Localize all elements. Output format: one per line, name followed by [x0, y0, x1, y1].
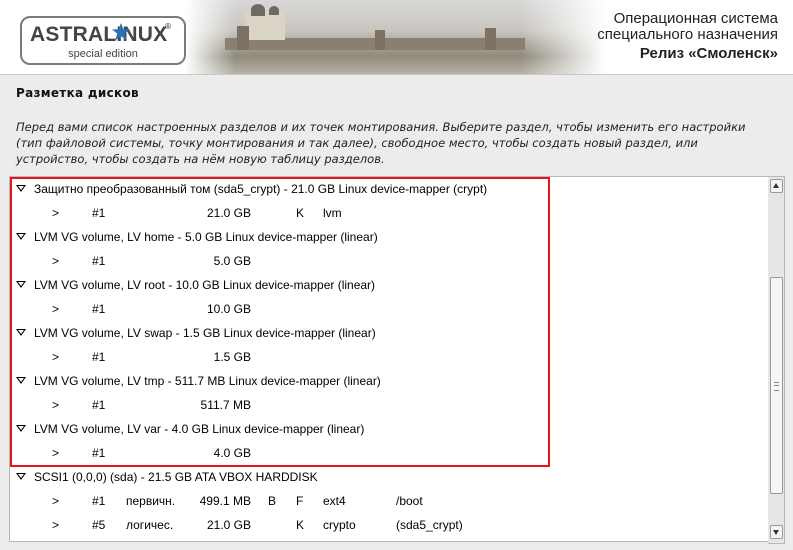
- partition-row[interactable]: > #1 10.0 GB: [10, 297, 769, 321]
- intro-text: Перед вами список настроенных разделов и…: [16, 119, 776, 167]
- partition-number: #1: [92, 350, 106, 364]
- star-icon: [112, 23, 130, 41]
- partition-bootable-flag: B: [268, 494, 277, 508]
- partition-row[interactable]: > #1 первичн. 499.1 MB B F ext4 /boot: [10, 489, 769, 513]
- partition-mountpoint: /boot: [396, 494, 423, 508]
- partition-arrow: >: [52, 398, 60, 412]
- triangle-down-icon[interactable]: [16, 233, 26, 240]
- partition-format-flag: F: [296, 494, 304, 508]
- arrow-down-icon: [773, 530, 779, 535]
- partition-row[interactable]: > #1 21.0 GB K lvm: [10, 201, 769, 225]
- partition-number: #1: [92, 302, 106, 316]
- partition-row[interactable]: > #1 511.7 MB: [10, 393, 769, 417]
- triangle-down-icon[interactable]: [16, 185, 26, 192]
- partition-arrow: >: [52, 494, 60, 508]
- partition-number: #5: [92, 518, 106, 532]
- partition-size: 4.0 GB: [213, 446, 251, 460]
- partition-arrow: >: [52, 206, 60, 220]
- grip-icon: [774, 382, 779, 391]
- header-banner: ASTRALINUX special edition ® Операционна…: [0, 0, 793, 75]
- vertical-scrollbar[interactable]: [768, 176, 785, 544]
- partition-row[interactable]: > #1 5.0 GB: [10, 249, 769, 273]
- device-row[interactable]: LVM VG volume, LV swap - 1.5 GB Linux de…: [10, 321, 769, 345]
- partition-row[interactable]: > #1 4.0 GB: [10, 441, 769, 465]
- partition-row[interactable]: > #5 логичес. 21.0 GB K crypto (sda5_cry…: [10, 513, 769, 537]
- banner-photo: [185, 0, 605, 75]
- partition-list[interactable]: Защитно преобразованный том (sda5_crypt)…: [9, 176, 770, 542]
- partition-mountpoint: (sda5_crypt): [396, 518, 463, 532]
- os-title-line2: специального назначения: [597, 26, 778, 43]
- partition-size: 1.5 GB: [213, 350, 251, 364]
- partition-size: 10.0 GB: [206, 302, 251, 316]
- partition-number: #1: [92, 206, 106, 220]
- device-row[interactable]: LVM VG volume, LV tmp - 511.7 MB Linux d…: [10, 369, 769, 393]
- partition-format-flag: K: [296, 206, 305, 220]
- device-label: LVM VG volume, LV var - 4.0 GB Linux dev…: [34, 422, 365, 436]
- partition-number: #1: [92, 494, 106, 508]
- triangle-down-icon[interactable]: [16, 473, 26, 480]
- partition-type: логичес.: [126, 518, 174, 532]
- os-title-line1: Операционная система: [613, 10, 778, 27]
- partition-arrow: >: [52, 350, 60, 364]
- header-divider: [0, 74, 793, 75]
- device-label: LVM VG volume, LV home - 5.0 GB Linux de…: [34, 230, 378, 244]
- intro-line: (тип файловой системы, точку монтировани…: [16, 136, 698, 150]
- os-release: Релиз «Смоленск»: [639, 45, 778, 62]
- partition-number: #1: [92, 446, 106, 460]
- partition-number: #1: [92, 398, 106, 412]
- logo-subtitle: special edition: [68, 48, 138, 60]
- page-title: Разметка дисков: [16, 86, 139, 100]
- logo-text: ASTRALINUX: [30, 23, 168, 46]
- partition-filesystem: crypto: [323, 518, 356, 532]
- partition-arrow: >: [52, 518, 60, 532]
- arrow-up-icon: [773, 183, 779, 188]
- triangle-down-icon[interactable]: [16, 329, 26, 336]
- device-label: SCSI1 (0,0,0) (sda) - 21.5 GB ATA VBOX H…: [34, 470, 318, 484]
- device-label: LVM VG volume, LV swap - 1.5 GB Linux de…: [34, 326, 376, 340]
- intro-line: Перед вами список настроенных разделов и…: [16, 120, 746, 134]
- device-row[interactable]: LVM VG volume, LV home - 5.0 GB Linux de…: [10, 225, 769, 249]
- intro-line: устройство, чтобы создать на нём новую т…: [16, 152, 385, 166]
- device-row[interactable]: SCSI1 (0,0,0) (sda) - 21.5 GB ATA VBOX H…: [10, 465, 769, 489]
- partition-arrow: >: [52, 254, 60, 268]
- registered-mark: ®: [164, 22, 172, 31]
- partition-arrow: >: [52, 302, 60, 316]
- triangle-down-icon[interactable]: [16, 425, 26, 432]
- triangle-down-icon[interactable]: [16, 281, 26, 288]
- triangle-down-icon[interactable]: [16, 377, 26, 384]
- partition-size: 21.0 GB: [206, 206, 251, 220]
- partition-row[interactable]: > #1 1.5 GB: [10, 345, 769, 369]
- scrollbar-thumb[interactable]: [770, 277, 783, 494]
- device-label: LVM VG volume, LV tmp - 511.7 MB Linux d…: [34, 374, 381, 388]
- partition-arrow: >: [52, 446, 60, 460]
- device-row[interactable]: Защитно преобразованный том (sda5_crypt)…: [10, 177, 769, 201]
- partition-filesystem: ext4: [323, 494, 346, 508]
- partition-format-flag: K: [296, 518, 305, 532]
- device-label: Защитно преобразованный том (sda5_crypt)…: [34, 182, 488, 196]
- partition-size: 511.7 MB: [200, 398, 251, 412]
- device-row[interactable]: LVM VG volume, LV root - 10.0 GB Linux d…: [10, 273, 769, 297]
- partition-size: 499.1 MB: [199, 494, 251, 508]
- scroll-down-button[interactable]: [770, 525, 783, 539]
- device-row[interactable]: LVM VG volume, LV var - 4.0 GB Linux dev…: [10, 417, 769, 441]
- astralinux-logo: ASTRALINUX special edition: [20, 16, 186, 65]
- partition-size: 21.0 GB: [206, 518, 251, 532]
- device-label: LVM VG volume, LV root - 10.0 GB Linux d…: [34, 278, 376, 292]
- partition-size: 5.0 GB: [213, 254, 251, 268]
- partition-filesystem: lvm: [323, 206, 342, 220]
- partition-number: #1: [92, 254, 106, 268]
- partition-type: первичн.: [126, 494, 176, 508]
- scroll-up-button[interactable]: [770, 179, 783, 193]
